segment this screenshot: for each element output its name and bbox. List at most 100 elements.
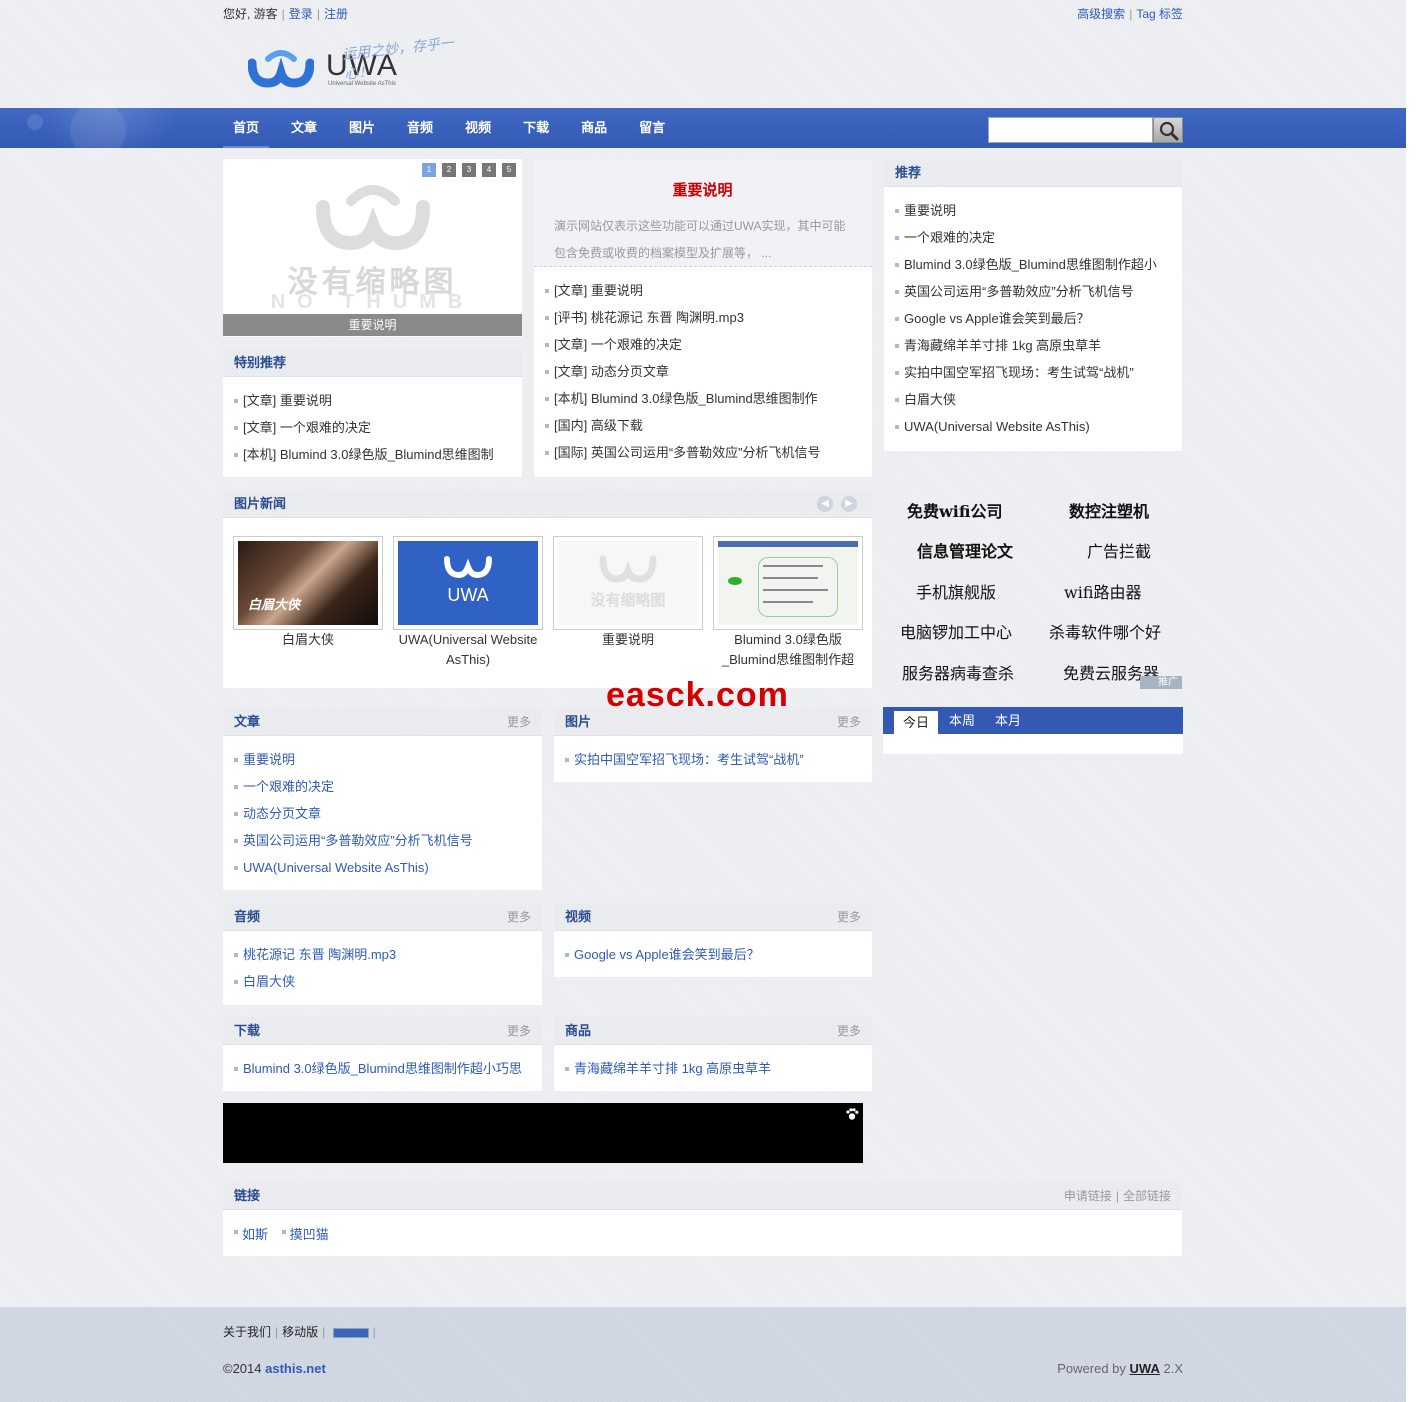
photo-thumb[interactable] xyxy=(713,536,863,630)
photo-thumb[interactable]: UWA xyxy=(393,536,543,630)
mindmap-node xyxy=(728,577,742,585)
prev-arrow-icon[interactable]: ◀ xyxy=(817,496,833,512)
apply-link[interactable]: 申请链接 xyxy=(1064,1189,1112,1203)
photo-image: 没有缩略图 xyxy=(558,541,698,625)
register-link[interactable]: 注册 xyxy=(324,7,348,21)
list-item[interactable]: 英国公司运用“多普勒效应”分析飞机信号 xyxy=(234,827,542,854)
ad-link[interactable]: 服务器病毒查杀 xyxy=(902,660,1014,684)
ad-link[interactable]: 免费wifi公司 xyxy=(907,498,1003,522)
search-button[interactable] xyxy=(1153,117,1183,143)
list-item[interactable]: [文章] 重要说明 xyxy=(234,387,522,414)
nav-item-home[interactable]: 首页 xyxy=(223,108,270,148)
friend-link[interactable]: 如斯 xyxy=(234,1224,268,1243)
photo-caption[interactable]: UWA(Universal Website AsThis) xyxy=(388,630,548,670)
friend-link[interactable]: 摸凹猫 xyxy=(281,1224,329,1243)
list-item[interactable]: 一个艰难的决定 xyxy=(234,773,542,800)
site-link[interactable]: asthis.net xyxy=(265,1361,326,1376)
list-item[interactable]: [文章] 一个艰难的决定 xyxy=(545,331,872,358)
ad-link[interactable]: 杀毒软件哪个好 xyxy=(1049,619,1161,643)
brand-link[interactable]: UWA xyxy=(1130,1361,1160,1376)
nav-item-article[interactable]: 文章 xyxy=(281,108,327,148)
nav-item-download[interactable]: 下载 xyxy=(513,108,559,148)
list-item[interactable]: [评书] 桃花源记 东晋 陶渊明.mp3 xyxy=(545,304,872,331)
list-item[interactable]: 重要说明 xyxy=(895,197,1182,224)
slider-page-2[interactable]: 2 xyxy=(442,163,456,177)
rank-tab-bar: 今日 本周 本月 xyxy=(883,707,1183,734)
list-item[interactable]: [本机] Blumind 3.0绿色版_Blumind思维图制作 xyxy=(545,385,872,412)
nav-item-video[interactable]: 视频 xyxy=(455,108,501,148)
more-link[interactable]: 更多 xyxy=(507,903,531,931)
list-item[interactable]: [文章] 动态分页文章 xyxy=(545,358,872,385)
ad-link[interactable]: 电脑锣加工中心 xyxy=(900,619,1012,643)
tab-today[interactable]: 今日 xyxy=(894,711,938,734)
list-item[interactable]: [文章] 重要说明 xyxy=(545,277,872,304)
photo-caption[interactable]: 白眉大侠 xyxy=(228,630,388,650)
photo-thumb[interactable]: 白眉大侠 xyxy=(233,536,383,630)
slider-page-3[interactable]: 3 xyxy=(462,163,476,177)
list-item[interactable]: UWA(Universal Website AsThis) xyxy=(895,413,1182,440)
nav-item-audio[interactable]: 音频 xyxy=(397,108,443,148)
list-item[interactable]: 白眉大侠 xyxy=(234,968,542,995)
ad-link[interactable]: wifi路由器 xyxy=(1064,579,1142,603)
list-item[interactable]: UWA(Universal Website AsThis) xyxy=(234,854,542,881)
list-item[interactable]: 实拍中国空军招飞现场：考生试驾“战机” xyxy=(895,359,1182,386)
list-item[interactable]: 一个艰难的决定 xyxy=(895,224,1182,251)
uwa-badge-icon[interactable] xyxy=(332,1327,369,1338)
ad-link[interactable]: 广告拦截 xyxy=(1087,538,1151,562)
slider-page-5[interactable]: 5 xyxy=(502,163,516,177)
ad-link[interactable]: 手机旗舰版 xyxy=(916,579,996,603)
list-item[interactable]: [国际] 英国公司运用“多普勒效应”分析飞机信号 xyxy=(545,439,872,466)
tab-week[interactable]: 本周 xyxy=(940,707,984,734)
nav-item-picture[interactable]: 图片 xyxy=(339,108,385,148)
slider-page-1[interactable]: 1 xyxy=(422,163,436,177)
more-link[interactable]: 更多 xyxy=(507,1017,531,1045)
tab-month[interactable]: 本月 xyxy=(986,707,1030,734)
list-item[interactable]: 白眉大侠 xyxy=(895,386,1182,413)
more-link[interactable]: 更多 xyxy=(837,903,861,931)
list-item[interactable]: 英国公司运用“多普勒效应”分析飞机信号 xyxy=(895,278,1182,305)
rank-tabs-panel: 今日 本周 本月 xyxy=(883,707,1183,754)
tags-link[interactable]: Tag 标签 xyxy=(1136,7,1183,21)
list-item[interactable]: Google vs Apple谁会笑到最后？ xyxy=(895,305,1182,332)
login-link[interactable]: 登录 xyxy=(289,7,313,21)
window-edge xyxy=(1406,0,1423,1402)
headline-title[interactable]: 重要说明 xyxy=(534,179,871,200)
more-link[interactable]: 更多 xyxy=(837,1017,861,1045)
search-input[interactable] xyxy=(988,117,1153,143)
photo-caption[interactable]: 重要说明 xyxy=(548,630,708,650)
list-item[interactable]: [国内] 高级下载 xyxy=(545,412,872,439)
ad-link[interactable]: 信息管理论文 xyxy=(917,538,1013,562)
advanced-search-link[interactable]: 高级搜索 xyxy=(1077,7,1125,21)
photo-thumb[interactable]: 没有缩略图 xyxy=(553,536,703,630)
list-item[interactable]: Blumind 3.0绿色版_Blumind思维图制作超小巧思 xyxy=(234,1055,542,1082)
search-icon xyxy=(1159,121,1179,141)
slider-caption[interactable]: 重要说明 xyxy=(223,314,522,336)
headline-panel: 重要说明 演示网站仅表示这些功能可以通过UWA实现，其中可能包含免费或收费的档案… xyxy=(534,159,872,477)
list-item[interactable]: [本机] Blumind 3.0绿色版_Blumind思维图制 xyxy=(234,441,522,468)
more-link[interactable]: 更多 xyxy=(837,708,861,736)
mobile-link[interactable]: 移动版 xyxy=(282,1325,318,1339)
focus-slider[interactable]: 1 2 3 4 5 没有缩略图 NO THUMB 重要说明 xyxy=(223,159,522,337)
ad-link[interactable]: 数控注塑机 xyxy=(1069,498,1149,522)
list-item[interactable]: 实拍中国空军招飞现场：考生试驾“战机” xyxy=(565,746,872,773)
slider-page-4[interactable]: 4 xyxy=(482,163,496,177)
list-item[interactable]: 动态分页文章 xyxy=(234,800,542,827)
nav-item-goods[interactable]: 商品 xyxy=(571,108,617,148)
more-link[interactable]: 更多 xyxy=(507,708,531,736)
ad-banner[interactable] xyxy=(223,1103,863,1163)
list-item[interactable]: [文章] 一个艰难的决定 xyxy=(234,414,522,441)
nav-item-guestbook[interactable]: 留言 xyxy=(629,108,675,148)
list-item[interactable]: 青海藏绵羊羊寸排 1kg 高原虫草羊 xyxy=(895,332,1182,359)
search-form xyxy=(988,117,1183,143)
list-item[interactable]: 青海藏绵羊羊寸排 1kg 高原虫草羊 xyxy=(565,1055,872,1082)
panel-header: 音频 更多 xyxy=(223,903,542,931)
site-logo[interactable]: UWA Universal Website AsThis 运用之妙，存乎一心！ xyxy=(248,34,478,95)
next-arrow-icon[interactable]: ▶ xyxy=(841,496,857,512)
photo-caption[interactable]: Blumind 3.0绿色版_Blumind思维图制作超 xyxy=(708,630,868,670)
about-link[interactable]: 关于我们 xyxy=(223,1325,271,1339)
all-links[interactable]: 全部链接 xyxy=(1123,1189,1171,1203)
list-item[interactable]: 桃花源记 东晋 陶渊明.mp3 xyxy=(234,941,542,968)
list-item[interactable]: 重要说明 xyxy=(234,746,542,773)
list-item[interactable]: Google vs Apple谁会笑到最后？ xyxy=(565,941,872,968)
list-item[interactable]: Blumind 3.0绿色版_Blumind思维图制作超小 xyxy=(895,251,1182,278)
